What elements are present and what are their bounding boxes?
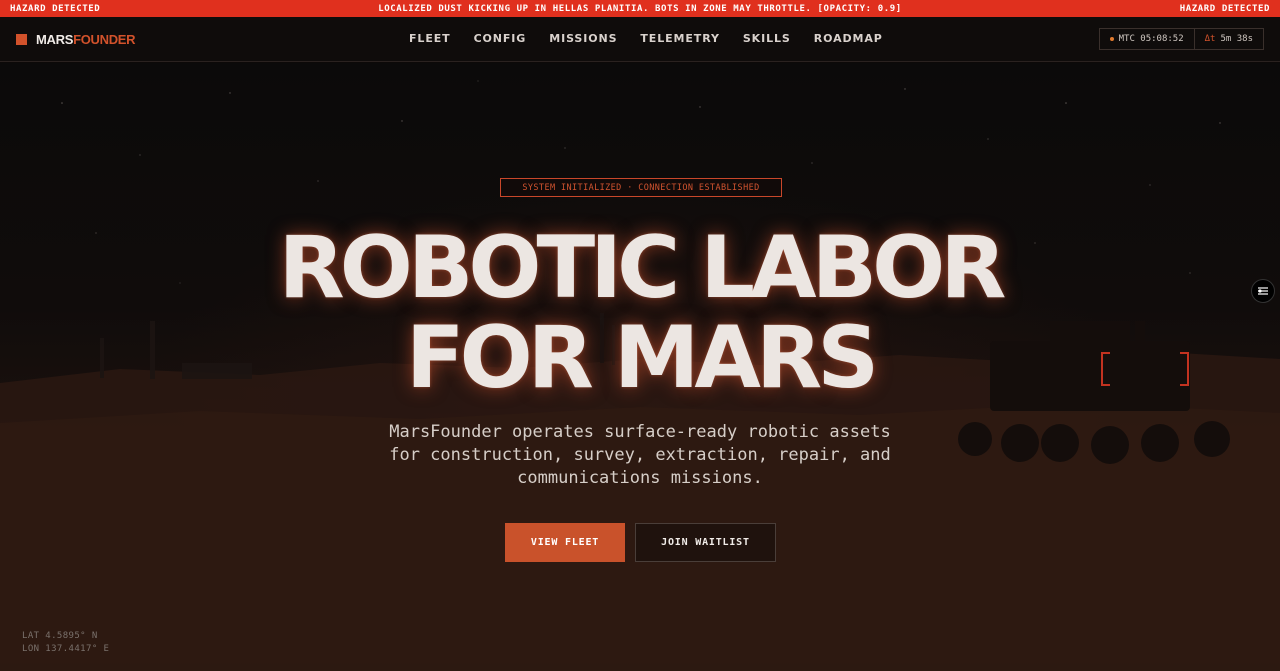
delta-symbol: Δt: [1204, 34, 1216, 44]
longitude: LON 137.4417° E: [22, 644, 110, 654]
nav-fleet[interactable]: FLEET: [409, 32, 451, 45]
mtc-segment: MTC 05:08:52: [1100, 29, 1194, 49]
view-fleet-button[interactable]: VIEW FLEET: [505, 523, 625, 562]
mission-clock: MTC 05:08:52 Δt 5m 38s: [1098, 28, 1264, 50]
nav-telemetry[interactable]: TELEMETRY: [640, 32, 719, 45]
hazard-right-label: HAZARD DETECTED: [1179, 3, 1270, 14]
nav-roadmap[interactable]: ROADMAP: [814, 32, 883, 45]
hazard-bar: HAZARD DETECTED LOCALIZED DUST KICKING U…: [0, 0, 1280, 17]
hazard-left-label: HAZARD DETECTED: [10, 3, 101, 14]
mtc-time: MTC 05:08:52: [1118, 34, 1184, 44]
hazard-message: LOCALIZED DUST KICKING UP IN HELLAS PLAN…: [378, 3, 902, 14]
delta-value: 5m 38s: [1220, 34, 1253, 44]
brand-name: MARSFOUNDER: [36, 32, 136, 47]
status-badge: SYSTEM INITIALIZED · CONNECTION ESTABLIS…: [500, 178, 782, 197]
brand-logo[interactable]: MARSFOUNDER: [16, 32, 136, 47]
nav-missions[interactable]: MISSIONS: [549, 32, 617, 45]
hero-section: SYSTEM INITIALIZED · CONNECTION ESTABLIS…: [0, 63, 1280, 671]
logo-square-icon: [16, 34, 27, 45]
coordinates-readout: LAT 4.5895° N LON 137.4417° E: [22, 630, 109, 656]
main-menu: FLEET CONFIG MISSIONS TELEMETRY SKILLS R…: [409, 32, 906, 45]
headline-line-2: FOR MARS: [405, 308, 879, 408]
join-waitlist-button[interactable]: JOIN WAITLIST: [635, 523, 776, 562]
sliders-icon: [1258, 287, 1268, 295]
nav-skills[interactable]: SKILLS: [743, 32, 791, 45]
status-dot-icon: [1109, 37, 1114, 41]
hero-headline: ROBOTIC LABOR FOR MARS: [0, 223, 1280, 403]
delta-segment: Δt 5m 38s: [1193, 29, 1263, 49]
hero-subtitle: MarsFounder operates surface-ready robot…: [389, 422, 891, 488]
nav-config[interactable]: CONFIG: [474, 32, 527, 45]
headline-line-1: ROBOTIC LABOR: [278, 218, 1007, 318]
top-nav: MARSFOUNDER FLEET CONFIG MISSIONS TELEME…: [0, 17, 1280, 62]
side-panel-button[interactable]: [1251, 279, 1275, 303]
latitude: LAT 4.5895° N: [22, 631, 98, 641]
